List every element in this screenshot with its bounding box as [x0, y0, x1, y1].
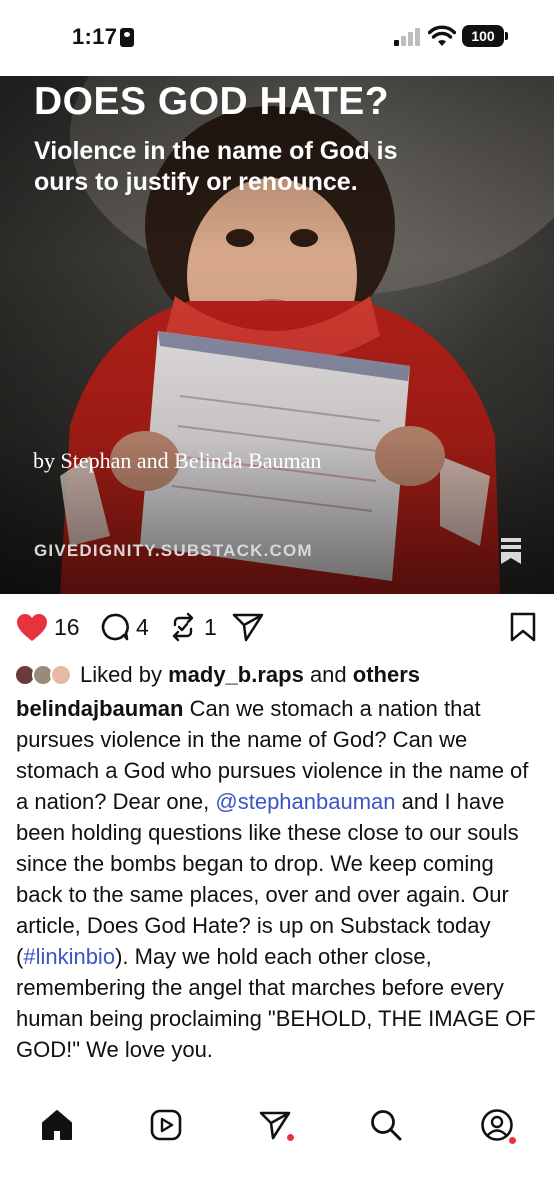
battery-indicator: 100	[462, 25, 508, 47]
nav-direct[interactable]	[258, 1108, 294, 1142]
notification-dot	[509, 1137, 516, 1144]
profile-icon	[481, 1109, 513, 1141]
home-icon	[42, 1110, 72, 1140]
image-headline: DOES GOD HATE?	[34, 80, 390, 123]
image-byline: by Stephan and Belinda Bauman	[33, 448, 322, 473]
save-button[interactable]	[510, 605, 536, 649]
likes-count: 16	[54, 613, 80, 640]
wifi-icon	[428, 25, 456, 46]
id-card-icon	[120, 28, 134, 47]
reels-icon	[150, 1109, 182, 1141]
cellular-signal-icon	[394, 28, 422, 46]
avatar	[50, 664, 72, 686]
liked-by-row[interactable]: Liked by mady_b.raps and others	[14, 660, 420, 690]
liked-by-joiner: and	[309, 662, 347, 687]
post-image[interactable]: DOES GOD HATE? Violence in the name of G…	[0, 76, 554, 594]
caption-username[interactable]: belindajbauman	[16, 696, 183, 721]
search-icon	[371, 1110, 402, 1141]
post-caption: belindajbauman Can we stomach a nation t…	[16, 693, 540, 1065]
nav-profile[interactable]	[480, 1108, 516, 1144]
image-subheadline: Violence in the name of God is ours to j…	[34, 137, 398, 196]
like-button[interactable]: 16	[16, 605, 80, 649]
send-icon	[232, 613, 264, 642]
comments-count: 4	[136, 613, 149, 640]
post-actions: 16 4 1	[0, 605, 554, 649]
heart-icon	[17, 613, 47, 641]
comment-button[interactable]: 4	[100, 605, 149, 649]
repost-icon	[172, 612, 194, 642]
notification-dot	[287, 1134, 294, 1141]
repost-button[interactable]: 1	[168, 605, 217, 649]
liked-by-others[interactable]: others	[353, 662, 420, 688]
status-time: 1:17	[72, 24, 118, 49]
substack-bookmark-icon	[501, 538, 521, 564]
caption-hashtag[interactable]: #linkinbio	[23, 944, 115, 969]
liker-username[interactable]: mady_b.raps	[168, 662, 304, 688]
caption-text: and I have been holding questions like t…	[16, 789, 519, 969]
share-button[interactable]	[232, 605, 264, 649]
status-bar: 1:17 100	[0, 0, 554, 76]
nav-search[interactable]	[369, 1108, 403, 1142]
liker-avatars	[14, 662, 76, 688]
comment-icon	[101, 613, 129, 641]
image-source-domain: GIVEDIGNITY.SUBSTACK.COM	[34, 541, 313, 560]
bookmark-icon	[510, 612, 536, 642]
bottom-navigation	[0, 1094, 554, 1200]
nav-home[interactable]	[40, 1108, 74, 1142]
liked-by-prefix: Liked by	[80, 662, 162, 687]
nav-reels[interactable]	[149, 1108, 183, 1142]
caption-mention[interactable]: @stephanbauman	[215, 789, 395, 814]
reposts-count: 1	[204, 613, 217, 640]
